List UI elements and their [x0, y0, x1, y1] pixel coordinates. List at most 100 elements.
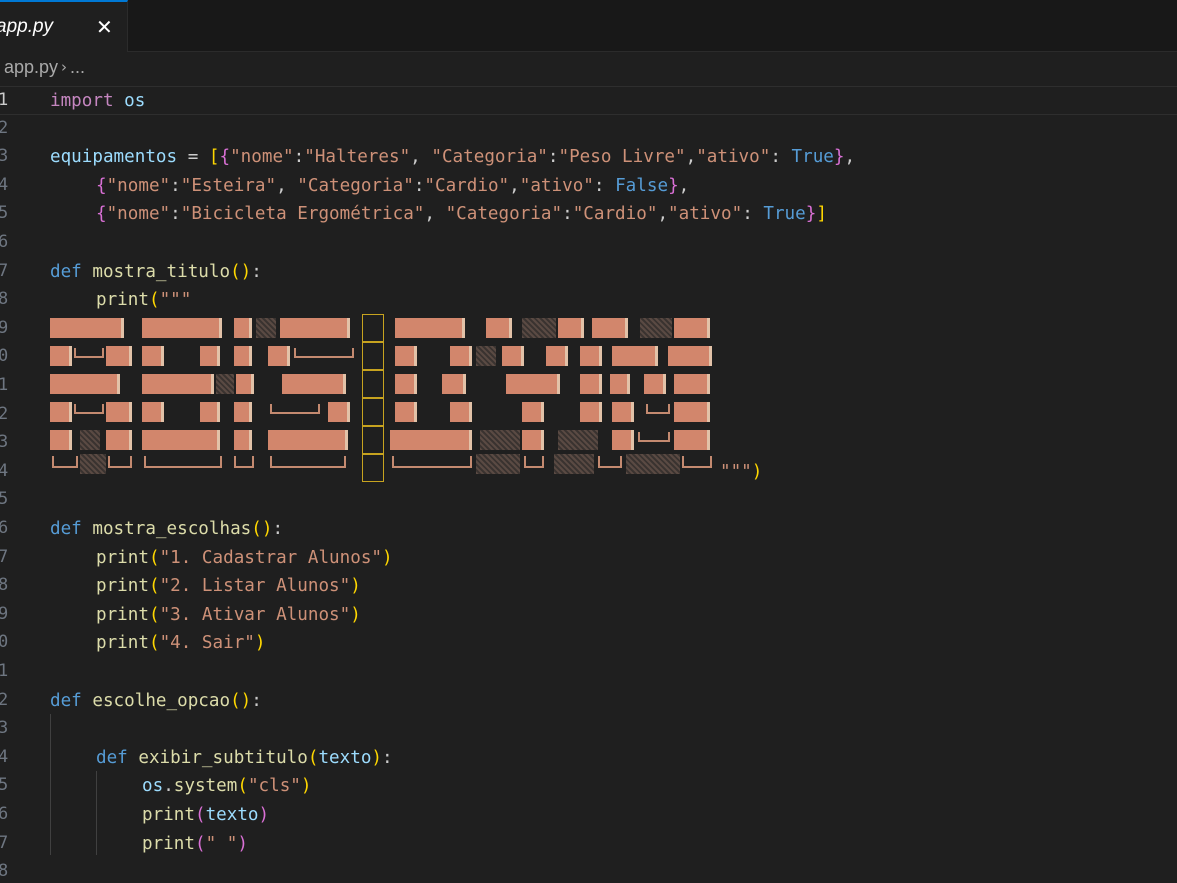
line-number: 1: [0, 661, 9, 681]
banner-block: [106, 430, 132, 450]
code-text: def exibir_subtitulo(texto):: [96, 747, 393, 768]
banner-frame: [74, 404, 104, 414]
code-line: 6: [0, 229, 1177, 258]
banner-frame: [524, 456, 544, 468]
editor-tab-bar: app.py ✕: [0, 0, 1177, 52]
banner-block: [546, 346, 568, 366]
code-line: 8 print(""": [0, 286, 1177, 315]
banner-block: [395, 318, 465, 338]
banner-block: [142, 374, 214, 394]
banner-block: [50, 346, 72, 366]
banner-block: [558, 318, 584, 338]
code-text: {"nome":"Bicicleta Ergométrica", "Catego…: [96, 204, 827, 225]
ascii-art-banner: [50, 314, 720, 484]
banner-block: [674, 430, 710, 450]
line-number: 7: [0, 260, 9, 281]
banner-dither: [256, 318, 276, 338]
banner-block: [280, 318, 350, 338]
banner-block: [234, 402, 252, 422]
banner-block: [395, 346, 417, 366]
banner-block: [502, 346, 524, 366]
line-number: 6: [0, 232, 9, 252]
code-line: 7 print(" "): [0, 830, 1177, 859]
line-number: 2: [0, 689, 9, 710]
banner-block: [592, 318, 628, 338]
code-line: 7 print("1. Cadastrar Alunos"): [0, 544, 1177, 573]
code-text: import os: [50, 91, 146, 111]
line-number: 8: [0, 289, 9, 310]
code-line: 3 equipamentos = [{"nome":"Halteres", "C…: [0, 143, 1177, 172]
highlight-cell: [362, 342, 384, 370]
line-number: 4: [0, 460, 9, 481]
banner-block: [236, 374, 254, 394]
banner-frame: [270, 404, 320, 414]
code-text: print("4. Sair"): [96, 633, 266, 654]
code-line: 5 {"nome":"Bicicleta Ergométrica", "Cate…: [0, 200, 1177, 229]
line-number: 7: [0, 546, 9, 567]
banner-block: [106, 402, 132, 422]
banner-block: [328, 402, 350, 422]
banner-block: [50, 318, 124, 338]
banner-block: [50, 402, 72, 422]
banner-block: [234, 346, 252, 366]
highlight-cell: [362, 314, 384, 342]
banner-block: [612, 346, 658, 366]
close-icon[interactable]: ✕: [96, 15, 113, 39]
banner-block: [674, 402, 710, 422]
banner-dither: [80, 454, 106, 474]
banner-frame: [270, 456, 346, 468]
banner-frame: [108, 456, 132, 468]
banner-block: [442, 374, 466, 394]
breadcrumb-file[interactable]: app.py: [4, 57, 58, 78]
code-line: 5 os.system("cls"): [0, 772, 1177, 801]
code-text: def mostra_escolhas():: [50, 519, 284, 539]
breadcrumb-symbols[interactable]: ...: [70, 57, 85, 78]
banner-block: [142, 402, 164, 422]
banner-block: [522, 402, 544, 422]
banner-block: [612, 402, 634, 422]
banner-block: [142, 318, 222, 338]
chevron-right-icon: ›: [61, 58, 68, 77]
code-text: print(" "): [142, 833, 248, 854]
line-number: 3: [0, 718, 9, 739]
line-number: 2: [0, 403, 9, 424]
line-number: 3: [0, 146, 9, 167]
code-text: print(texto): [142, 805, 270, 825]
code-text: print("3. Ativar Alunos"): [96, 604, 361, 625]
banner-block: [395, 402, 417, 422]
code-text: def mostra_titulo():: [50, 261, 262, 282]
banner-frame: [638, 432, 670, 442]
code-text: print("1. Cadastrar Alunos"): [96, 547, 393, 568]
banner-block: [450, 346, 472, 366]
banner-block: [450, 402, 472, 422]
banner-frame: [52, 456, 78, 468]
code-editor[interactable]: 1 import os 2 3 equipamentos = [{"nome":…: [0, 86, 1177, 883]
banner-frame: [598, 456, 622, 468]
banner-dither: [640, 318, 672, 338]
code-line: 3: [0, 715, 1177, 744]
banner-block: [234, 430, 252, 450]
code-line: 1: [0, 658, 1177, 687]
banner-block: [50, 430, 72, 450]
tab-app-py[interactable]: app.py ✕: [0, 0, 128, 52]
banner-block: [612, 430, 634, 450]
banner-block: [580, 402, 602, 422]
banner-block: [506, 374, 560, 394]
banner-frame: [392, 456, 472, 468]
banner-block: [580, 374, 602, 394]
banner-block: [200, 402, 220, 422]
banner-block: [610, 374, 630, 394]
banner-dither: [476, 454, 520, 474]
highlight-cell: [362, 398, 384, 426]
line-number: 5: [0, 203, 9, 224]
highlight-cell: [362, 454, 384, 482]
code-text: def escolhe_opcao():: [50, 690, 262, 711]
line-number: 7: [0, 832, 9, 853]
code-text: os.system("cls"): [142, 776, 312, 797]
line-number: 5: [0, 775, 9, 796]
banner-block: [644, 374, 666, 394]
banner-dither: [558, 430, 598, 450]
code-text: {"nome":"Esteira", "Categoria":"Cardio",…: [96, 175, 690, 196]
code-line: 8 print("2. Listar Alunos"): [0, 572, 1177, 601]
banner-dither: [626, 454, 680, 474]
